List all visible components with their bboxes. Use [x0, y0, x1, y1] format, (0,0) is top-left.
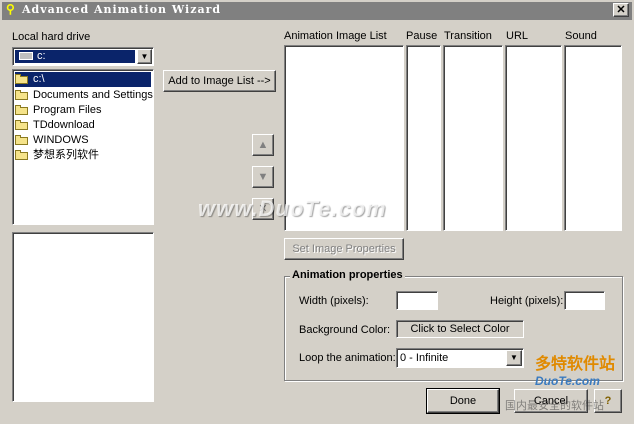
column-header-image-list: Animation Image List — [284, 30, 387, 42]
url-list-box[interactable] — [505, 45, 562, 231]
watermark-url: DuoTe.com — [535, 374, 600, 388]
loop-select[interactable]: 0 - Infinite ▼ — [396, 348, 524, 368]
tree-item[interactable]: 梦想系列软件 — [15, 148, 99, 163]
width-label: Width (pixels): — [299, 295, 369, 307]
column-header-transition: Transition — [444, 30, 492, 42]
drive-select[interactable]: c: ▼ — [12, 47, 154, 66]
folder-icon — [15, 105, 29, 116]
move-up-button[interactable]: ▲ — [252, 134, 274, 156]
drive-label: Local hard drive — [12, 31, 91, 43]
height-input[interactable] — [564, 291, 605, 310]
move-down-button[interactable]: ▼ — [252, 166, 274, 188]
loop-value: 0 - Infinite — [400, 352, 449, 364]
tree-item[interactable]: WINDOWS — [15, 133, 89, 148]
folder-tree[interactable]: c:\ Documents and Settings Program Files… — [12, 69, 154, 225]
animation-properties-title: Animation properties — [290, 269, 405, 281]
folder-icon — [15, 135, 29, 146]
column-header-sound: Sound — [565, 30, 597, 42]
arrow-down-icon: ▼ — [257, 171, 269, 183]
add-to-image-list-button[interactable]: Add to Image List --> — [163, 70, 276, 92]
tree-item[interactable]: TDdownload — [15, 118, 95, 133]
folder-icon — [15, 90, 29, 101]
app-icon: ⚲ — [6, 2, 15, 16]
file-list[interactable] — [12, 232, 154, 402]
column-header-pause: Pause — [406, 30, 438, 42]
sound-list-box[interactable] — [564, 45, 622, 231]
pause-list-box[interactable] — [406, 45, 441, 231]
transition-list-box[interactable] — [443, 45, 503, 231]
drive-icon — [19, 52, 33, 61]
tree-item[interactable]: c:\ — [15, 72, 151, 87]
done-button[interactable]: Done — [426, 388, 500, 414]
set-image-properties-button[interactable]: Set Image Properties — [284, 238, 404, 260]
select-color-button[interactable]: Click to Select Color — [396, 320, 524, 338]
drive-value: c: — [37, 50, 46, 62]
watermark-tag: 国内最安全的软件站 — [505, 400, 604, 412]
background-color-label: Background Color: — [299, 324, 391, 336]
close-button[interactable]: ✕ — [613, 3, 629, 17]
watermark-center: www.DuoTe.com — [198, 196, 387, 221]
tree-item[interactable]: Program Files — [15, 103, 101, 118]
folder-icon — [15, 150, 29, 161]
close-icon: ✕ — [616, 4, 626, 16]
watermark-brand: 多特软件站 — [535, 356, 616, 373]
tree-item[interactable]: Documents and Settings — [15, 88, 153, 103]
loop-label: Loop the animation: — [299, 352, 396, 364]
chevron-down-icon[interactable]: ▼ — [506, 350, 522, 366]
height-label: Height (pixels): — [490, 295, 564, 307]
folder-icon — [15, 120, 29, 131]
column-header-url: URL — [506, 30, 529, 42]
help-icon: ? — [604, 395, 612, 407]
title-bar: ⚲ Advanced Animation Wizard ✕ — [0, 0, 634, 22]
window-title: Advanced Animation Wizard — [22, 3, 222, 16]
width-input[interactable] — [396, 291, 438, 310]
folder-open-icon — [15, 74, 29, 85]
arrow-up-icon: ▲ — [257, 139, 269, 151]
chevron-down-icon[interactable]: ▼ — [137, 49, 152, 64]
